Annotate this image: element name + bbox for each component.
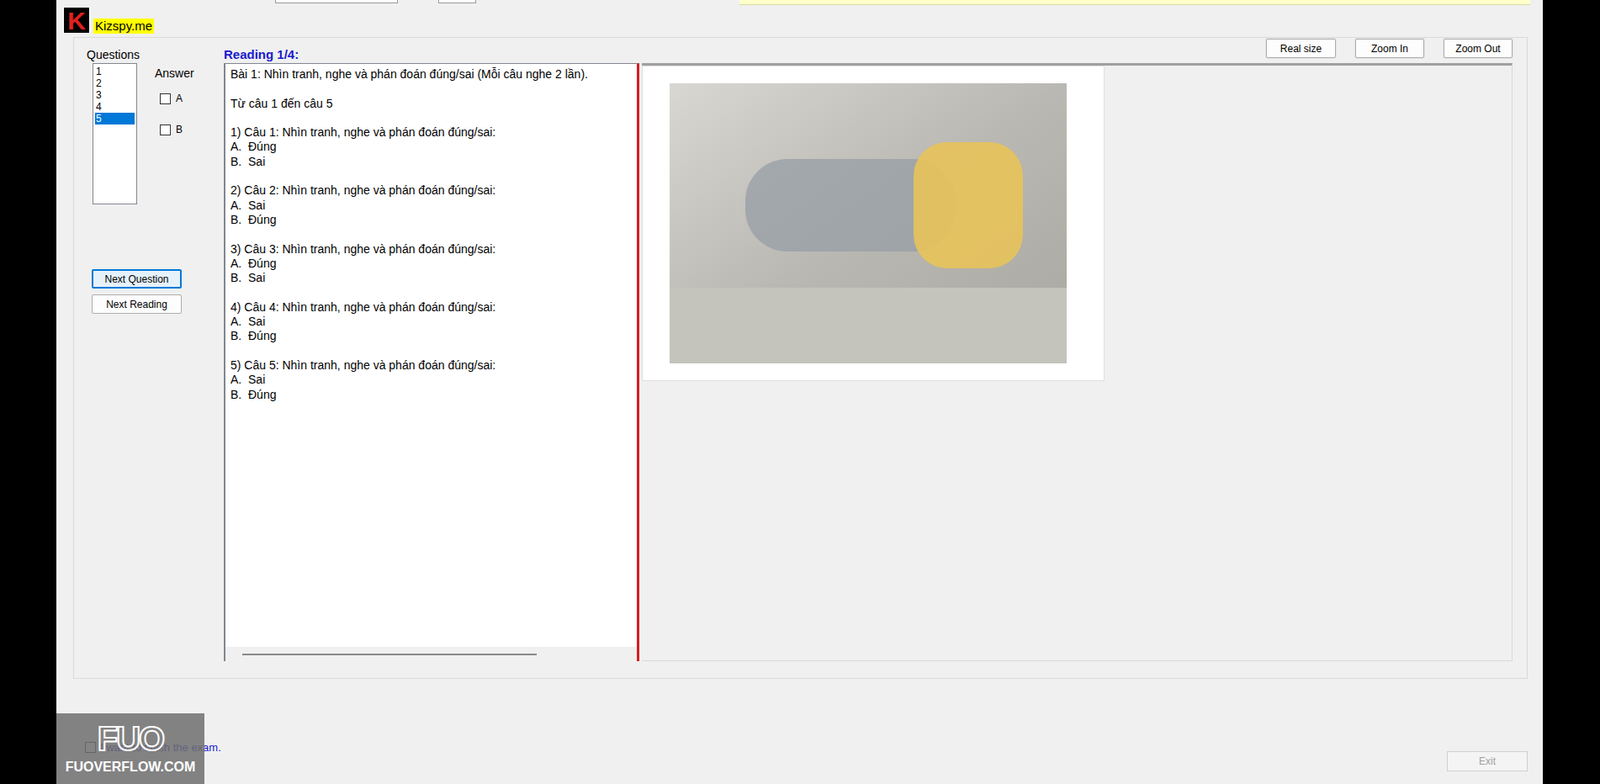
reading-question: 4) Câu 4: Nhìn tranh, nghe và phán đoán … bbox=[230, 285, 637, 344]
reading-option: A. Đúng bbox=[230, 256, 637, 271]
zoom-out-button[interactable]: Zoom Out bbox=[1443, 38, 1513, 59]
reading-option: B. Sai bbox=[230, 270, 637, 286]
reading-option: A. Đúng bbox=[230, 139, 637, 154]
top-strip bbox=[56, 0, 1543, 38]
answer-checkbox[interactable] bbox=[159, 93, 171, 105]
watermark-top-text: Kizspy.me bbox=[93, 18, 154, 34]
top-field bbox=[275, 0, 398, 4]
questions-label: Questions bbox=[74, 47, 224, 64]
left-column: 12345 Answer A B Next Question Next Reading bbox=[74, 63, 224, 662]
exit-button: Exit bbox=[1446, 751, 1528, 772]
bottom-area: I want to finish the exam.Exit bbox=[56, 678, 1543, 784]
exam-window: QuestionsReading 1/4: Real size Zoom In Zoo… bbox=[56, 0, 1543, 784]
reading-question: 1) Câu 1: Nhìn tranh, nghe và phán đoán … bbox=[230, 111, 637, 170]
screen: QuestionsReading 1/4: Real size Zoom In Zoo… bbox=[0, 0, 1600, 784]
question-item[interactable]: 2 bbox=[95, 77, 135, 90]
answer-label: Answer bbox=[154, 65, 195, 81]
reading-question: 2) Câu 2: Nhìn tranh, nghe và phán đoán … bbox=[230, 169, 637, 228]
answer-panel: Answer A B bbox=[154, 63, 195, 205]
reading-intro: Bài 1: Nhìn tranh, nghe và phán đoán đún… bbox=[230, 67, 637, 82]
reading-option: A. Sai bbox=[230, 372, 637, 387]
left-black-bar bbox=[0, 0, 57, 784]
top-watermark: KKizspy.me bbox=[63, 6, 154, 34]
reading-option: A. Sai bbox=[230, 198, 637, 213]
real-size-button[interactable]: Real size bbox=[1266, 38, 1336, 59]
reading-option: B. Đúng bbox=[230, 387, 637, 403]
top-field-small bbox=[438, 0, 477, 4]
reading-question: 5) Câu 5: Nhìn tranh, nghe và phán đoán … bbox=[230, 344, 637, 403]
question-item[interactable]: 1 bbox=[95, 65, 135, 78]
reading-option: B. Đúng bbox=[230, 328, 637, 344]
body-row: 12345 Answer A B Next Question Next Reading Bà… bbox=[74, 63, 1527, 662]
bottom-watermark: FUO FUOVERFLOW.COM bbox=[56, 713, 205, 784]
reading-title: Reading 1/4: bbox=[223, 47, 299, 64]
photo bbox=[669, 83, 1067, 364]
watermark-logo: FUO bbox=[97, 721, 164, 756]
watermark-text: FUOVERFLOW.COM bbox=[65, 758, 197, 776]
answer-option[interactable]: B bbox=[159, 122, 195, 137]
question-item[interactable]: 3 bbox=[95, 89, 135, 101]
reading-text-panel: Bài 1: Nhìn tranh, nghe và phán đoán đún… bbox=[223, 63, 640, 662]
reading-option: A. Sai bbox=[230, 314, 637, 329]
answer-checkbox[interactable] bbox=[159, 124, 171, 136]
header-row: QuestionsReading 1/4: Real size Zoom In Zoo… bbox=[74, 37, 1527, 64]
next-question-button[interactable]: Next Question bbox=[91, 269, 182, 289]
question-item[interactable]: 5 bbox=[95, 112, 135, 125]
reading-option: B. Đúng bbox=[230, 212, 637, 228]
reading-question: 3) Câu 3: Nhìn tranh, nghe và phán đoán … bbox=[230, 227, 637, 286]
reading-range: Từ câu 1 đến câu 5 bbox=[230, 96, 637, 112]
question-item[interactable]: 4 bbox=[95, 100, 135, 113]
answer-option[interactable]: A bbox=[159, 91, 195, 106]
zoom-in-button[interactable]: Zoom In bbox=[1355, 38, 1425, 59]
image-toolbar: Real size Zoom In Zoom Out bbox=[1266, 38, 1527, 64]
image-frame bbox=[641, 65, 1105, 382]
questions-list[interactable]: 12345 bbox=[92, 63, 138, 205]
main-panel: QuestionsReading 1/4: Real size Zoom In Zoo… bbox=[73, 37, 1528, 679]
watermark-k-icon: K bbox=[63, 6, 91, 34]
next-reading-button[interactable]: Next Reading bbox=[91, 294, 182, 314]
reading-option: B. Sai bbox=[230, 154, 637, 170]
horizontal-scrollbar[interactable] bbox=[225, 646, 637, 662]
image-area bbox=[641, 63, 1513, 662]
top-yellow-bar bbox=[739, 0, 1531, 6]
right-black-bar bbox=[1542, 0, 1600, 784]
